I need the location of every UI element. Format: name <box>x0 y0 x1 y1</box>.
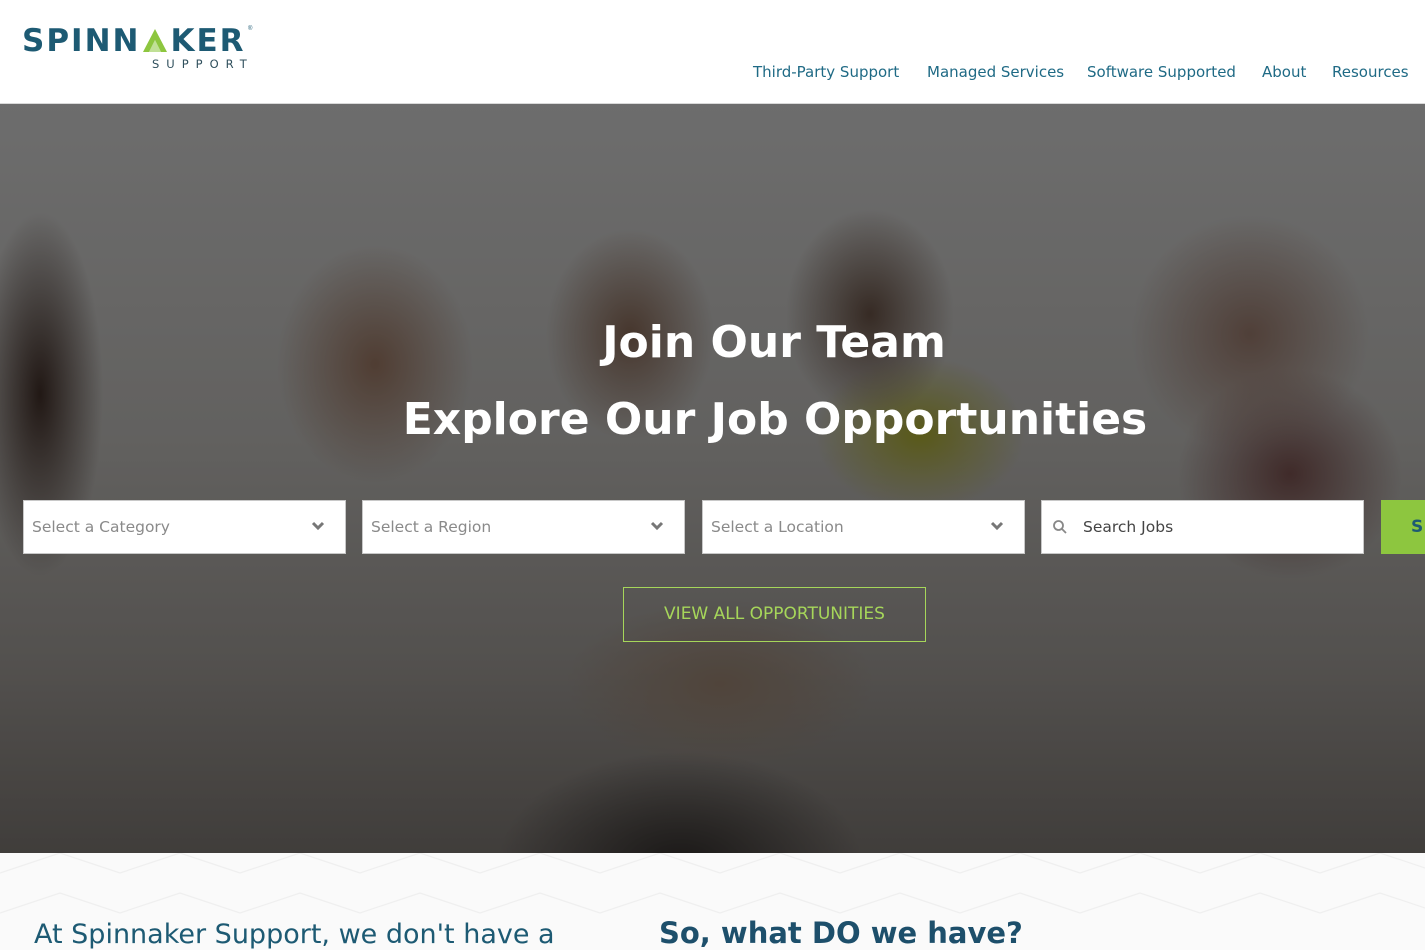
main-nav: Third-Party Support Managed Services Sof… <box>0 61 1425 83</box>
search-icon <box>1053 520 1067 534</box>
view-all-opportunities-button[interactable]: VIEW ALL OPPORTUNITIES <box>623 587 926 642</box>
logo-a-mark-icon <box>142 27 168 53</box>
site-header: SPINN KER ® SUPPORT Third-Party Support M… <box>0 0 1425 104</box>
search-jobs-placeholder: Search Jobs <box>1083 518 1174 536</box>
logo-trademark: ® <box>248 26 253 32</box>
nav-software-supported[interactable]: Software Supported <box>1087 61 1236 83</box>
logo-text-part2: KER <box>170 23 246 59</box>
hero-title: Join Our Team <box>602 317 946 368</box>
location-select-value: Select a Location <box>711 518 844 536</box>
chevron-down-icon <box>311 521 325 531</box>
hero-background-photo <box>0 104 1425 853</box>
chevron-down-icon <box>650 521 664 531</box>
hero-banner: Join Our Team Explore Our Job Opportunit… <box>0 104 1425 853</box>
search-jobs-input[interactable]: Search Jobs <box>1041 500 1364 554</box>
search-button[interactable]: S <box>1381 500 1425 554</box>
chevron-down-icon <box>990 521 1004 531</box>
location-select[interactable]: Select a Location <box>702 500 1025 554</box>
nav-about[interactable]: About <box>1262 61 1306 83</box>
nav-managed-services[interactable]: Managed Services <box>927 61 1064 83</box>
region-select-value: Select a Region <box>371 518 492 536</box>
logo-text-part1: SPINN <box>22 23 141 59</box>
nav-third-party-support[interactable]: Third-Party Support <box>753 61 899 83</box>
intro-left-text: At Spinnaker Support, we don't have a <box>34 919 555 950</box>
nav-resources[interactable]: Resources <box>1332 61 1409 83</box>
category-select-value: Select a Category <box>32 518 170 536</box>
category-select[interactable]: Select a Category <box>23 500 346 554</box>
hero-subtitle: Explore Our Job Opportunities <box>402 394 1148 445</box>
region-select[interactable]: Select a Region <box>362 500 685 554</box>
intro-section: At Spinnaker Support, we don't have a So… <box>0 853 1425 950</box>
intro-right-heading: So, what DO we have? <box>659 916 1023 950</box>
